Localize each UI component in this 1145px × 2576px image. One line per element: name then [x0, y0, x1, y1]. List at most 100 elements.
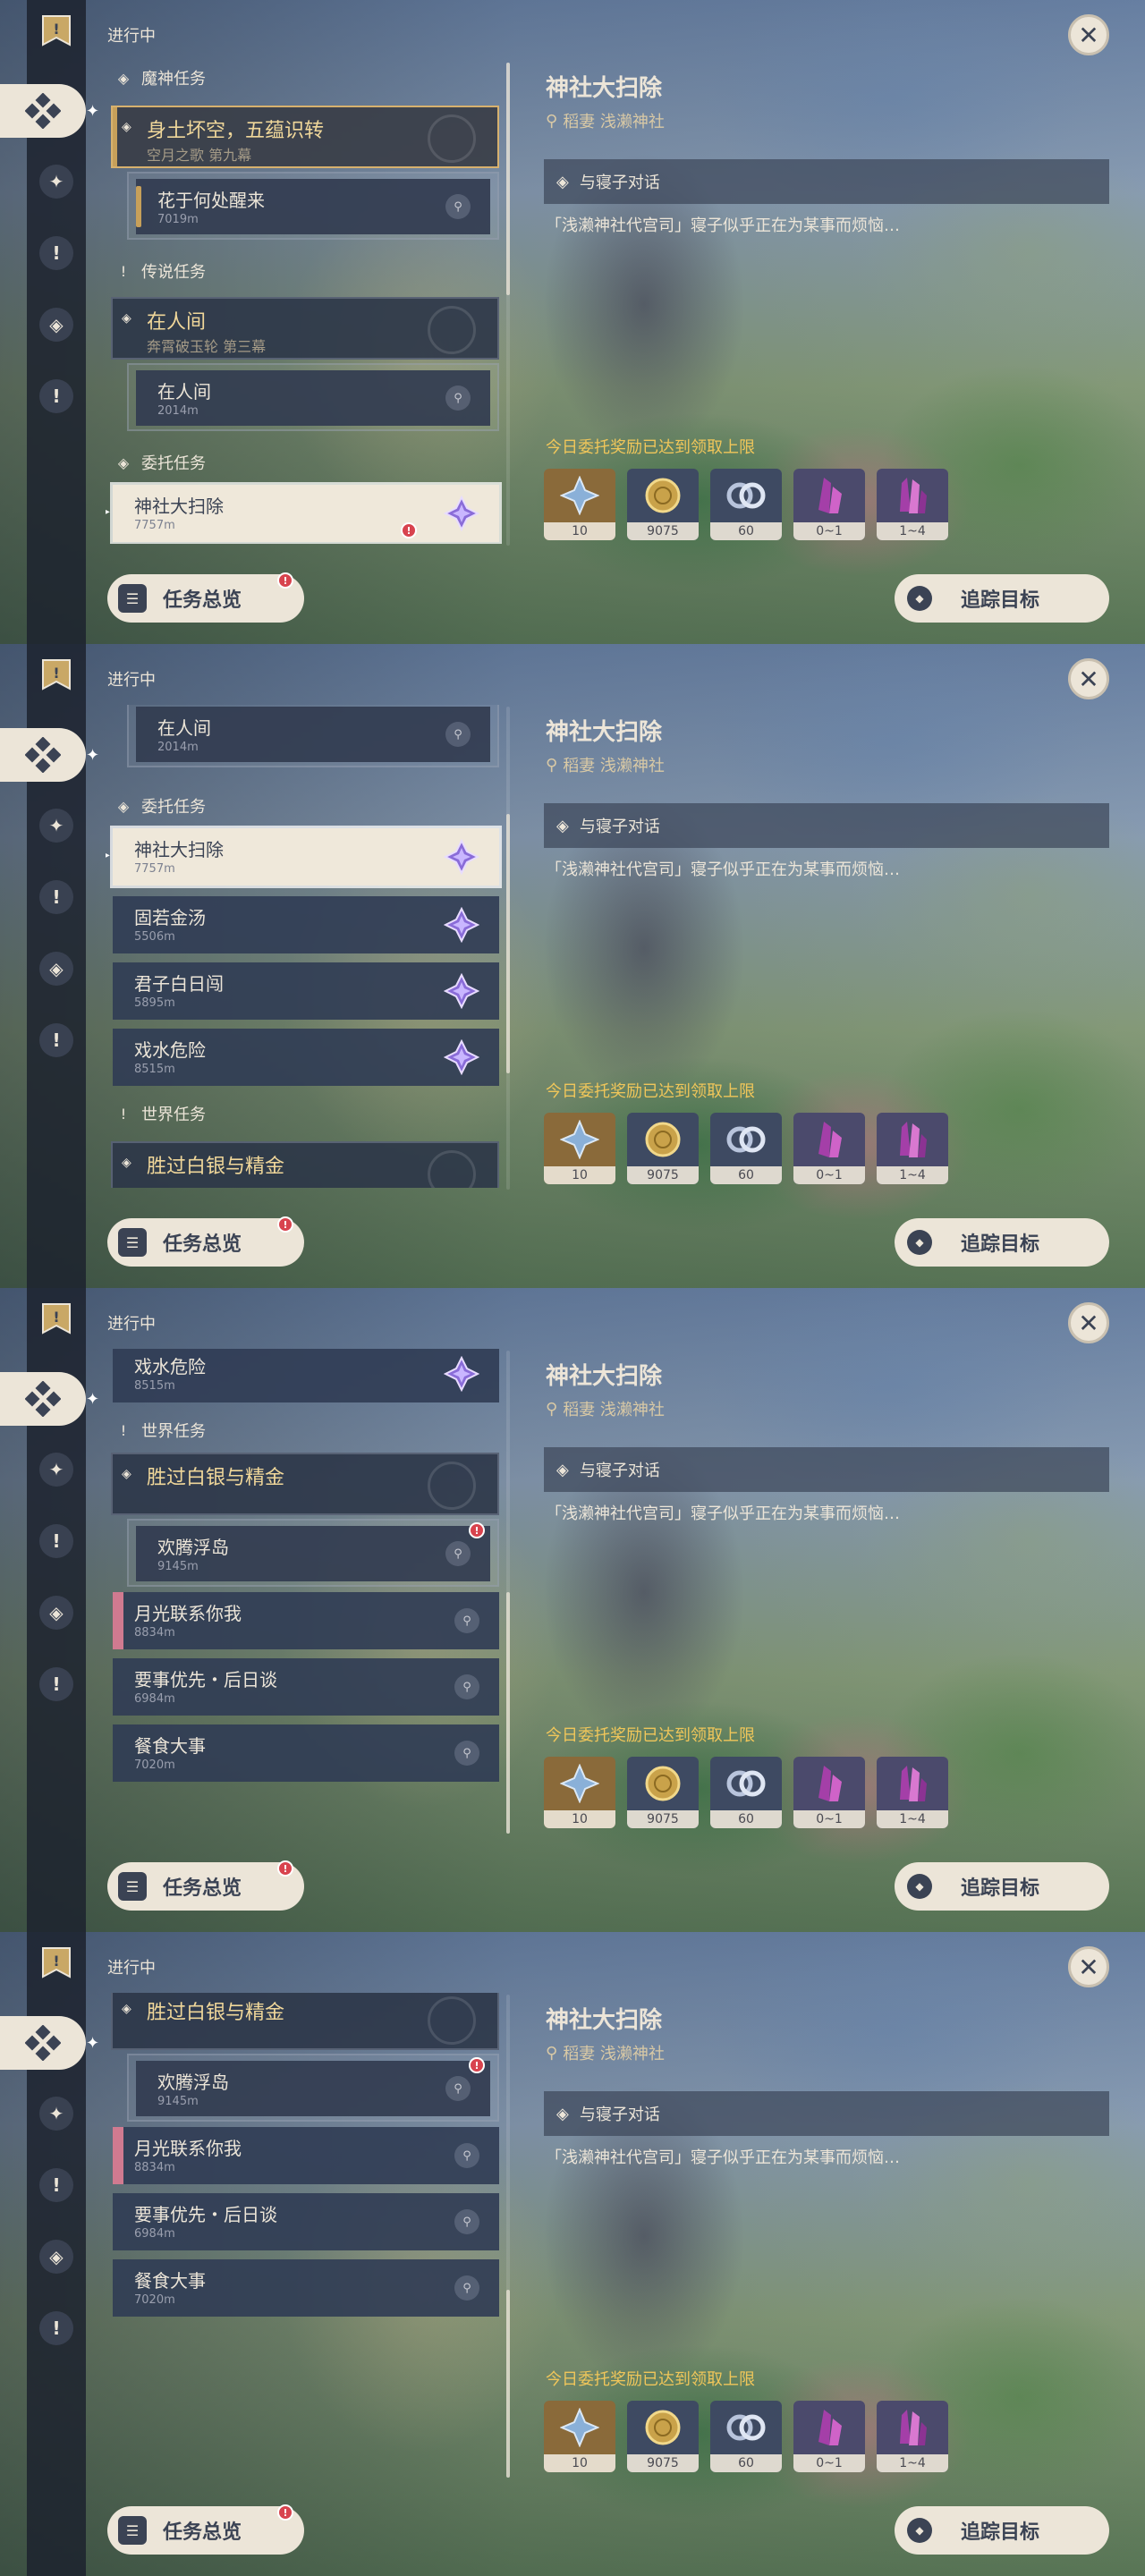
quest-step-title: 欢腾浮岛 — [157, 1537, 229, 1558]
reward-item[interactable]: 1~4 — [877, 469, 948, 540]
quest-step-item[interactable]: 在人间 2014m ⚲ — [127, 705, 499, 767]
archon-icon: ✦ — [48, 1459, 64, 1480]
reward-item[interactable]: 60 — [710, 1113, 782, 1184]
quest-list[interactable]: ◈ 魔神任务 ◈ 身土坏空，五蕴识转 空月之歌 第九幕 花于何处醒来 7019m ⚲! 传说任务… — [106, 61, 505, 544]
reward-item[interactable]: 1~4 — [877, 1113, 948, 1184]
reward-item[interactable]: 10 — [544, 1113, 615, 1184]
quest-list-item[interactable]: 戏水危险 8515m — [113, 1349, 499, 1402]
reward-item[interactable]: 1~4 — [877, 1757, 948, 1828]
reward-item[interactable]: 9075 — [627, 1113, 699, 1184]
track-diamond-icon: ◆ — [907, 586, 932, 611]
quest-group-header[interactable]: ◈ 胜过白银与精金 — [111, 1453, 499, 1515]
quest-list-item[interactable]: 君子白日闯 5895m — [113, 962, 499, 1020]
rail-tab-world[interactable]: ! — [39, 1023, 73, 1057]
quest-list-item[interactable]: 餐食大事 7020m ⚲ — [113, 1724, 499, 1782]
quest-distance: 9145m — [157, 1560, 199, 1573]
rail-tab-all-quests[interactable] — [0, 1372, 86, 1426]
quest-distance: 8515m — [134, 1379, 175, 1393]
quest-list-item[interactable]: 戏水危险 8515m — [113, 1029, 499, 1086]
rail-tab-commission[interactable]: ◈ — [39, 952, 73, 986]
rail-tab-story[interactable]: ! — [39, 2168, 73, 2202]
rail-tab-commission[interactable]: ◈ — [39, 2240, 73, 2274]
crystal-cluster-icon — [877, 1113, 948, 1166]
rail-tab-story[interactable]: ! — [39, 236, 73, 270]
reward-item[interactable]: 9075 — [627, 1757, 699, 1828]
reward-item[interactable]: 0~1 — [793, 469, 865, 540]
scrollbar-thumb[interactable] — [506, 2290, 510, 2478]
rail-tab-all-quests[interactable] — [0, 84, 86, 138]
track-objective-button[interactable]: ◆ 追踪目标 — [895, 1862, 1109, 1911]
scrollbar-thumb[interactable] — [506, 63, 510, 295]
rail-tab-archon[interactable]: ✦ — [39, 1453, 73, 1487]
track-objective-button[interactable]: ◆ 追踪目标 — [895, 1218, 1109, 1267]
track-objective-button[interactable]: ◆ 追踪目标 — [895, 2506, 1109, 2555]
quest-group-header[interactable]: ◈ 胜过白银与精金 — [111, 1993, 499, 2050]
quest-title: 戏水危险 — [134, 1039, 206, 1061]
quest-step-item[interactable]: 花于何处醒来 7019m ⚲ — [127, 172, 499, 240]
exclamation-icon: ! — [52, 386, 61, 407]
reward-item[interactable]: 60 — [710, 1757, 782, 1828]
track-objective-button[interactable]: ◆ 追踪目标 — [895, 574, 1109, 623]
quest-list-item[interactable]: 月光联系你我 8834m ⚲ — [113, 2127, 499, 2184]
rail-tab-all-quests[interactable] — [0, 2016, 86, 2070]
quest-group-title: 身土坏空，五蕴识转 — [147, 120, 325, 142]
quest-list-item[interactable]: 餐食大事 7020m ⚲ — [113, 2259, 499, 2317]
quest-list-item[interactable]: 神社大扫除 7757m ▶ — [106, 485, 499, 542]
reward-item[interactable]: 9075 — [627, 2401, 699, 2472]
reward-item[interactable]: 0~1 — [793, 1113, 865, 1184]
reward-item[interactable]: 10 — [544, 2401, 615, 2472]
rail-tab-archon[interactable]: ✦ — [39, 165, 73, 199]
quest-list-item[interactable]: 神社大扫除 7757m ▶ — [106, 828, 499, 886]
rail-tab-story[interactable]: ! — [39, 1524, 73, 1558]
reward-item[interactable]: 9075 — [627, 469, 699, 540]
quest-step-item[interactable]: 欢腾浮岛 9145m ⚲ — [127, 2054, 499, 2122]
rail-tab-commission[interactable]: ◈ — [39, 1596, 73, 1630]
rail-tab-archon[interactable]: ✦ — [39, 809, 73, 843]
scrollbar-thumb[interactable] — [506, 1592, 510, 1834]
quest-overview-button[interactable]: ☰ 任务总览 — [107, 1218, 304, 1267]
quest-group-header[interactable]: ◈ 胜过白银与精金 — [111, 1141, 499, 1188]
rail-tab-world[interactable]: ! — [39, 2311, 73, 2345]
rail-tab-all-quests[interactable] — [0, 728, 86, 782]
quest-list[interactable]: 戏水危险 8515m! 世界任务 ◈ 胜过白银与精金 欢腾浮岛 9145m ⚲! 月光联系你我 8… — [106, 1349, 505, 1832]
close-button[interactable]: ✕ — [1068, 14, 1109, 55]
reward-item[interactable]: 60 — [710, 2401, 782, 2472]
quest-emblem-icon — [428, 114, 476, 163]
quest-overview-button[interactable]: ☰ 任务总览 — [107, 2506, 304, 2555]
quest-group-title: 胜过白银与精金 — [147, 2002, 285, 2024]
reward-item[interactable]: 60 — [710, 469, 782, 540]
reward-limit-notice: 今日委托奖励已达到领取上限 — [546, 2370, 755, 2389]
scrollbar-thumb[interactable] — [506, 814, 510, 1073]
quest-group-header[interactable]: ◈ 身土坏空，五蕴识转 空月之歌 第九幕 — [111, 106, 499, 168]
reward-item[interactable]: 10 — [544, 1757, 615, 1828]
close-button[interactable]: ✕ — [1068, 1302, 1109, 1343]
rail-tab-archon[interactable]: ✦ — [39, 2097, 73, 2131]
quest-list[interactable]: 在人间 2014m ⚲ ◈ 委托任务神社大扫除 7757m ▶ 固若金汤 5506m 君子白日闯5… — [106, 705, 505, 1188]
reward-item[interactable]: 0~1 — [793, 2401, 865, 2472]
close-button[interactable]: ✕ — [1068, 658, 1109, 699]
friendship-exp-icon — [710, 1757, 782, 1810]
quest-step-item[interactable]: 在人间 2014m ⚲ — [127, 363, 499, 431]
quest-list-item[interactable]: 月光联系你我 8834m ⚲ — [113, 1592, 499, 1649]
rail-tab-world[interactable]: ! — [39, 1667, 73, 1701]
close-button[interactable]: ✕ — [1068, 1946, 1109, 1987]
quest-diamond-icon: ◈ — [122, 1467, 131, 1481]
sparkle-icon: ✦ — [86, 746, 100, 765]
quest-overview-button[interactable]: ☰ 任务总览 — [107, 1862, 304, 1911]
quest-group-header[interactable]: ◈ 在人间 奔霄破玉轮 第三幕 — [111, 297, 499, 360]
quest-list-item[interactable]: 固若金汤 5506m — [113, 896, 499, 953]
reward-item[interactable]: 10 — [544, 469, 615, 540]
quest-distance: 9145m — [157, 2095, 199, 2108]
reward-item[interactable]: 0~1 — [793, 1757, 865, 1828]
exclamation-icon: ! — [52, 242, 61, 264]
rail-tab-story[interactable]: ! — [39, 880, 73, 914]
rail-tab-world[interactable]: ! — [39, 379, 73, 413]
rail-tab-commission[interactable]: ◈ — [39, 308, 73, 342]
quest-list[interactable]: ◈ 胜过白银与精金 欢腾浮岛 9145m ⚲! 月光联系你我 8834m ⚲ 要事优先・后日谈 6… — [106, 1993, 505, 2476]
quest-list-item[interactable]: 要事优先・后日谈 6984m ⚲ — [113, 2193, 499, 2250]
quest-list-item[interactable]: 要事优先・后日谈 6984m ⚲ — [113, 1658, 499, 1716]
quest-step-item[interactable]: 欢腾浮岛 9145m ⚲ — [127, 1519, 499, 1587]
mora-coin-icon — [627, 1113, 699, 1166]
reward-item[interactable]: 1~4 — [877, 2401, 948, 2472]
quest-overview-button[interactable]: ☰ 任务总览 — [107, 574, 304, 623]
